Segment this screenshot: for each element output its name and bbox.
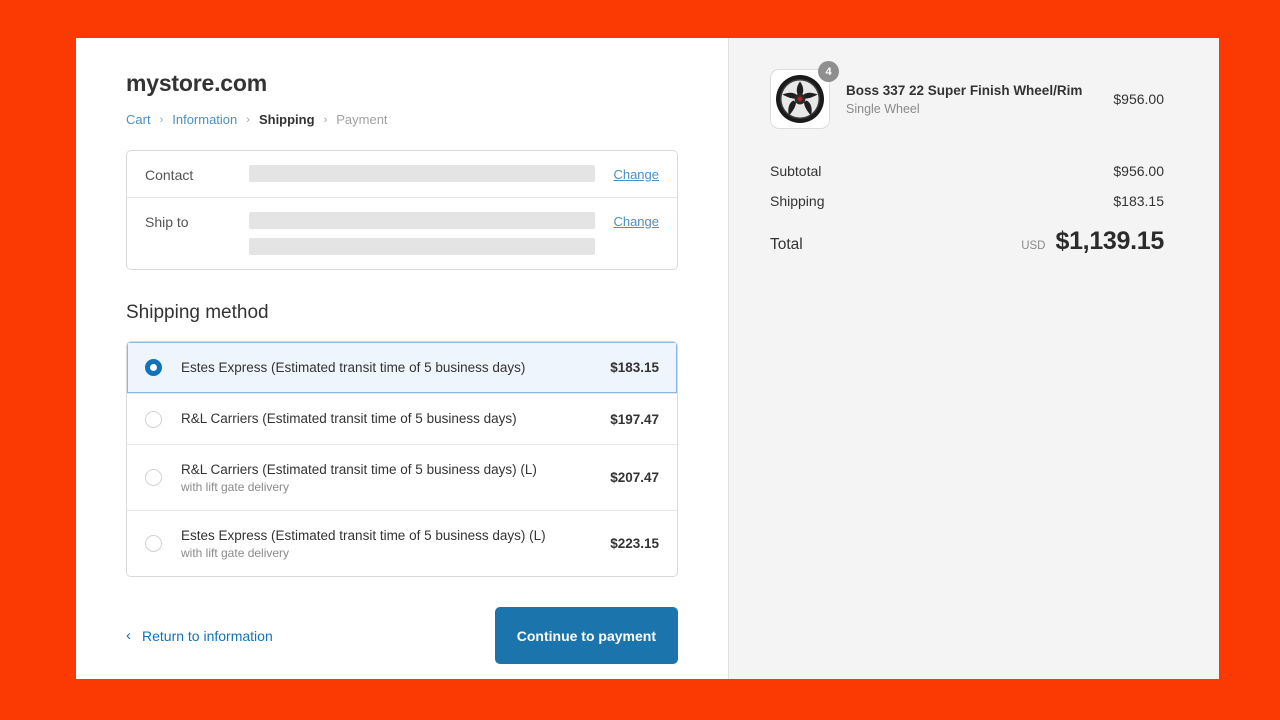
shipping-option-text: Estes Express (Estimated transit time of… xyxy=(181,359,610,377)
shipping-method-heading: Shipping method xyxy=(126,302,269,323)
contact-value-redacted xyxy=(249,165,613,182)
order-line-item: 4 Boss 337 22 Super Finish Wheel/Rim Sin… xyxy=(770,61,1164,129)
subtotal-label: Subtotal xyxy=(770,163,822,179)
radio-unselected-icon[interactable] xyxy=(145,410,162,428)
product-variant: Single Wheel xyxy=(846,101,920,116)
shipping-option-sublabel: with lift gate delivery xyxy=(181,545,290,560)
shipping-option-text: R&L Carriers (Estimated transit time of … xyxy=(181,462,610,494)
shipping-total-label: Shipping xyxy=(770,193,825,209)
shipping-option-label: Estes Express (Estimated transit time of… xyxy=(181,359,526,375)
breadcrumb-item-shipping: Shipping xyxy=(258,112,315,127)
checkout-footer-actions: ‹ Return to information Continue to paym… xyxy=(126,607,678,664)
redaction-bar xyxy=(249,238,596,255)
product-thumbnail-wrap: 4 xyxy=(770,61,839,129)
breadcrumb-separator-icon: › xyxy=(323,113,328,126)
redaction-bar xyxy=(249,212,596,229)
subtotal-value: $956.00 xyxy=(1113,163,1164,179)
redaction-bar xyxy=(249,165,596,182)
return-to-information-label: Return to information xyxy=(142,627,273,644)
radio-selected-icon[interactable] xyxy=(145,359,162,376)
shipping-option-label: Estes Express (Estimated transit time of… xyxy=(181,527,546,543)
breadcrumb: Cart › Information › Shipping › Payment xyxy=(126,112,678,127)
breadcrumb-separator-icon: › xyxy=(246,113,250,126)
product-line-price: $956.00 xyxy=(1113,91,1164,107)
grand-total-label: Total xyxy=(770,236,803,253)
order-summary-panel: 4 Boss 337 22 Super Finish Wheel/Rim Sin… xyxy=(728,38,1219,679)
radio-unselected-icon[interactable] xyxy=(145,469,162,486)
shipping-option-text: Estes Express (Estimated transit time of… xyxy=(181,528,610,560)
shipping-total-row: Shipping $183.15 xyxy=(770,193,1164,209)
return-to-information-link[interactable]: ‹ Return to information xyxy=(126,627,273,644)
change-contact-link[interactable]: Change xyxy=(613,165,659,182)
breadcrumb-item-payment: Payment xyxy=(336,112,388,127)
currency-code: USD xyxy=(1021,240,1046,252)
change-ship-to-link[interactable]: Change xyxy=(613,212,659,229)
shipping-option-sublabel: with lift gate delivery xyxy=(181,479,290,494)
shipping-method-list: Estes Express (Estimated transit time of… xyxy=(126,341,678,577)
ship-to-label: Ship to xyxy=(145,214,189,230)
customer-info-card: Contact Change Ship to Change xyxy=(126,150,678,270)
checkout-main-panel: mystore.com Cart › Information › Shippin… xyxy=(76,38,728,679)
grand-total-value: $1,139.15 xyxy=(1055,227,1164,255)
chevron-left-icon: ‹ xyxy=(126,627,131,644)
shipping-option-text: R&L Carriers (Estimated transit time of … xyxy=(181,410,610,428)
contact-row: Contact Change xyxy=(127,151,677,197)
radio-unselected-icon[interactable] xyxy=(145,535,162,552)
breadcrumb-separator-icon: › xyxy=(159,113,164,126)
shipping-option-rl-carriers-liftgate[interactable]: R&L Carriers (Estimated transit time of … xyxy=(127,444,677,510)
subtotal-row: Subtotal $956.00 xyxy=(770,163,1164,179)
grand-total-row: Total USD $1,139.15 xyxy=(770,227,1164,256)
shipping-option-estes-express[interactable]: Estes Express (Estimated transit time of… xyxy=(127,342,677,393)
grand-total-amount: USD $1,139.15 xyxy=(1021,227,1164,256)
shipping-option-rl-carriers[interactable]: R&L Carriers (Estimated transit time of … xyxy=(127,393,677,444)
quantity-badge: 4 xyxy=(818,61,839,82)
continue-to-payment-button[interactable]: Continue to payment xyxy=(494,607,678,664)
shipping-option-price: $183.15 xyxy=(610,360,659,375)
shipping-option-label: R&L Carriers (Estimated transit time of … xyxy=(181,461,537,477)
breadcrumb-item-cart[interactable]: Cart xyxy=(126,112,151,127)
shipping-option-price: $223.15 xyxy=(610,536,659,551)
breadcrumb-item-information[interactable]: Information xyxy=(172,112,237,127)
product-title: Boss 337 22 Super Finish Wheel/Rim xyxy=(846,82,1083,98)
ship-to-value-redacted xyxy=(249,212,613,255)
contact-label: Contact xyxy=(145,167,194,183)
shipping-option-price: $207.47 xyxy=(610,470,659,485)
store-name: mystore.com xyxy=(126,70,267,96)
shipping-option-estes-express-liftgate[interactable]: Estes Express (Estimated transit time of… xyxy=(127,510,677,576)
ship-to-row: Ship to Change xyxy=(127,197,677,269)
shipping-total-value: $183.15 xyxy=(1113,193,1164,209)
car-wheel-rim-icon xyxy=(776,75,824,123)
shipping-option-label: R&L Carriers (Estimated transit time of … xyxy=(181,411,517,426)
checkout-card: mystore.com Cart › Information › Shippin… xyxy=(76,38,1219,679)
shipping-option-price: $197.47 xyxy=(610,411,659,427)
product-info: Boss 337 22 Super Finish Wheel/Rim Singl… xyxy=(846,83,1099,116)
